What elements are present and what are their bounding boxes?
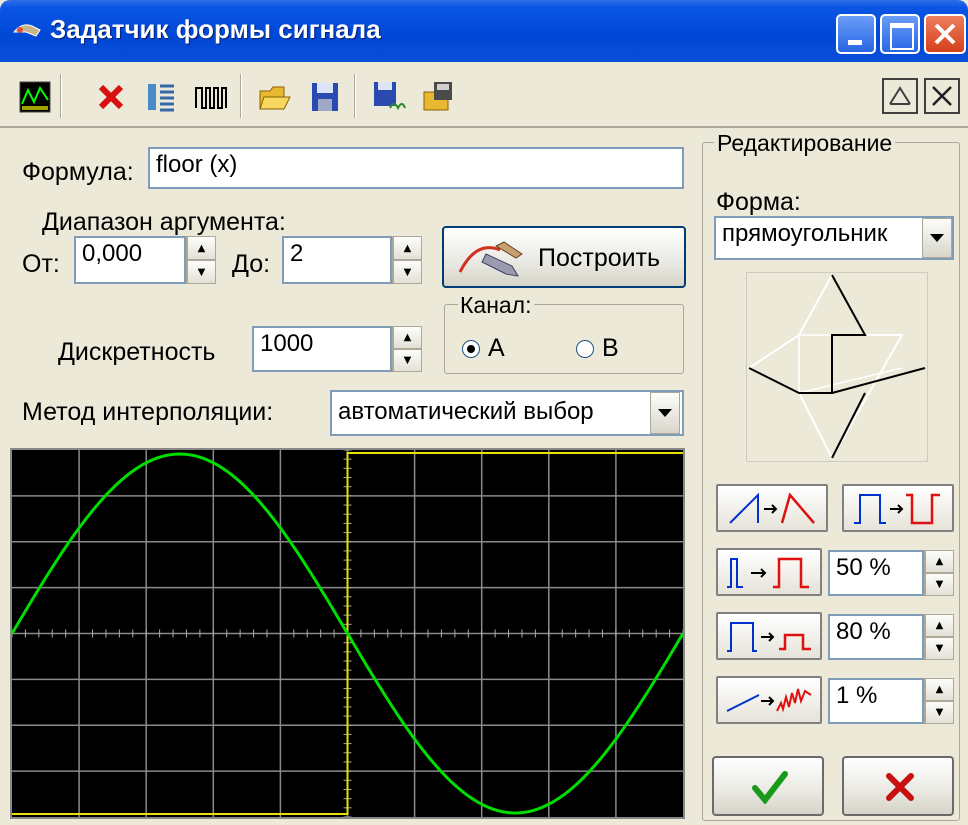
channel-b-label: B — [602, 334, 619, 362]
pulse-invert-icon — [854, 493, 940, 525]
spin-up-icon[interactable]: ▲ — [925, 678, 954, 701]
export-icon[interactable] — [420, 78, 458, 116]
spin-up-icon[interactable]: ▲ — [393, 236, 422, 260]
range-label: Диапазон аргумента: — [42, 208, 286, 236]
duty-cycle-button[interactable] — [716, 548, 822, 596]
duty-spinner[interactable]: ▲ ▼ — [924, 550, 954, 596]
maximize-button[interactable] — [880, 14, 920, 54]
list-icon[interactable] — [142, 78, 180, 116]
interp-value: автоматический выбор — [338, 398, 594, 425]
oscilloscope-icon[interactable] — [16, 78, 54, 116]
build-button[interactable]: Построить — [442, 226, 686, 288]
discreteness-input[interactable]: 1000 — [252, 326, 392, 372]
duty-cycle-icon — [727, 557, 809, 589]
shape-value: прямоугольник — [722, 220, 888, 247]
delete-icon[interactable] — [92, 78, 130, 116]
cross-icon — [886, 773, 914, 801]
noise-icon — [726, 688, 812, 713]
spin-down-icon[interactable]: ▼ — [393, 349, 422, 372]
oscilloscope-display[interactable] — [10, 448, 685, 819]
spin-up-icon[interactable]: ▲ — [187, 236, 216, 260]
spin-up-icon[interactable]: ▲ — [925, 614, 954, 637]
channel-label: Канал: — [458, 292, 534, 319]
chevron-down-icon[interactable] — [922, 218, 952, 258]
from-spinner[interactable]: ▲ ▼ — [186, 236, 216, 284]
checkmark-icon — [752, 771, 788, 804]
ramp-triangle-icon — [729, 492, 815, 524]
to-label: До: — [232, 250, 271, 278]
channel-a-radio[interactable] — [462, 340, 480, 358]
minimize-pane-icon[interactable] — [882, 78, 918, 114]
spin-up-icon[interactable]: ▲ — [925, 550, 954, 573]
amplitude-button[interactable] — [716, 612, 822, 660]
interp-label: Метод интерполяции: — [22, 398, 274, 426]
spin-up-icon[interactable]: ▲ — [393, 326, 422, 349]
interp-select[interactable]: автоматический выбор — [330, 390, 684, 436]
to-input[interactable]: 2 — [282, 236, 392, 284]
save-as-icon[interactable] — [370, 78, 408, 116]
discreteness-spinner[interactable]: ▲ ▼ — [392, 326, 422, 372]
formula-label: Формула: — [22, 158, 134, 186]
app-icon — [12, 18, 44, 44]
window-title: Задатчик формы сигнала — [50, 14, 381, 44]
editing-label: Редактирование — [714, 130, 896, 157]
spin-down-icon[interactable]: ▼ — [925, 573, 954, 596]
cancel-button[interactable] — [842, 756, 954, 816]
toolbar-separator — [240, 74, 242, 118]
noise-input[interactable]: 1 % — [828, 678, 924, 724]
close-button[interactable] — [924, 14, 966, 54]
pen-icon — [458, 241, 523, 277]
from-input[interactable]: 0,000 — [74, 236, 186, 284]
shape-preview — [746, 272, 928, 462]
toolbar-separator — [60, 74, 62, 118]
from-label: От: — [22, 250, 60, 278]
noise-button[interactable] — [716, 676, 822, 724]
spin-down-icon[interactable]: ▼ — [187, 260, 216, 284]
amplitude-icon — [727, 622, 811, 652]
spin-down-icon[interactable]: ▼ — [925, 701, 954, 724]
shape-select[interactable]: прямоугольник — [714, 216, 954, 260]
amplitude-spinner[interactable]: ▲ ▼ — [924, 614, 954, 660]
noise-spinner[interactable]: ▲ ▼ — [924, 678, 954, 724]
discreteness-label: Дискретность — [58, 338, 216, 366]
minimize-button[interactable] — [836, 14, 876, 54]
close-pane-icon[interactable] — [924, 78, 960, 114]
save-disk-icon[interactable] — [306, 78, 344, 116]
spin-down-icon[interactable]: ▼ — [925, 637, 954, 660]
ok-button[interactable] — [712, 756, 824, 816]
ramp-to-triangle-button[interactable] — [716, 484, 828, 532]
toolbar-separator — [354, 74, 356, 118]
amplitude-input[interactable]: 80 % — [828, 614, 924, 660]
build-button-label: Построить — [538, 244, 661, 272]
pulse-invert-button[interactable] — [842, 484, 954, 532]
formula-input[interactable]: floor (x) — [148, 147, 684, 189]
chevron-down-icon[interactable] — [650, 392, 680, 434]
channel-b-radio[interactable] — [576, 340, 594, 358]
open-folder-icon[interactable] — [256, 78, 294, 116]
spin-down-icon[interactable]: ▼ — [393, 260, 422, 284]
to-spinner[interactable]: ▲ ▼ — [392, 236, 422, 284]
channel-a-label: A — [488, 334, 505, 362]
pulse-icon[interactable] — [192, 78, 230, 116]
waveform-plot — [10, 449, 685, 818]
shape-label: Форма: — [716, 188, 801, 216]
duty-input[interactable]: 50 % — [828, 550, 924, 596]
